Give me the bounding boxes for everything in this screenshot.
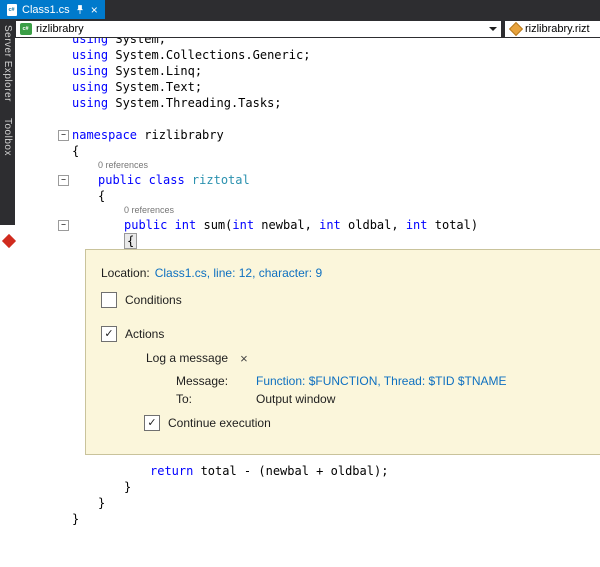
document-tab-bar: c# Class1.cs × [0,0,600,19]
fold-collapse-icon[interactable]: − [58,175,69,186]
side-tab-toolbox[interactable]: Toolbox [2,118,13,156]
project-dropdown[interactable]: c# rizlibrabry [16,21,501,37]
code-token: int [406,218,428,232]
tab-class1-cs[interactable]: c# Class1.cs × [0,0,105,19]
continue-execution-checkbox[interactable]: ✓ [144,415,160,431]
message-label: Message: [176,374,256,388]
pin-icon[interactable] [75,4,85,15]
code-line: −namespace rizlibrabry [0,127,600,143]
breakpoint-settings-panel: Location: Class1.cs, line: 12, character… [85,249,600,455]
continue-execution-label: Continue execution [168,416,271,430]
location-link[interactable]: Class1.cs, line: 12, character: 9 [155,266,322,280]
message-value[interactable]: Function: $FUNCTION, Thread: $TID $TNAME [256,374,507,388]
code-line [0,111,600,127]
code-line: return total - (newbal + oldbal); [0,463,600,479]
visual-studio-window: c# Class1.cs × c# rizlibrabry rizlibrabr… [0,0,600,567]
code-token: newbal, [254,218,319,232]
code-line: } [0,511,600,527]
tracepoint-diamond-icon[interactable] [2,234,16,248]
code-token: using [72,38,115,46]
to-value[interactable]: Output window [256,392,335,406]
code-token: sum( [203,218,232,232]
code-token: int [232,218,254,232]
codelens-link[interactable]: 0 references [124,205,174,215]
code-token: int [319,218,341,232]
to-label: To: [176,392,256,406]
remove-action-icon[interactable]: × [240,352,248,365]
class-icon [509,21,523,35]
code-line: using System.Text; [0,79,600,95]
project-dropdown-value: rizlibrabry [36,23,84,35]
code-token: } [72,512,79,526]
actions-checkbox[interactable]: ✓ [101,326,117,342]
code-line: } [0,479,600,495]
codelens-references: 0 references [0,204,600,217]
code-token: total - (newbal + oldbal); [201,464,389,478]
spacer [0,455,600,463]
code-token: System.Collections.Generic; [115,48,310,62]
log-action-title: Log a message [146,351,228,365]
codelens-link[interactable]: 0 references [98,160,148,170]
code-token: System; [115,38,166,46]
code-token: using [72,64,115,78]
code-token: namespace [72,128,144,142]
close-icon[interactable]: × [91,4,98,16]
side-tab-server-explorer[interactable]: Server Explorer [2,25,13,102]
brace-highlight: { [124,233,137,249]
code-line: −public int sum(int newbal, int oldbal, … [0,217,600,233]
code-line: using System.Collections.Generic; [0,47,600,63]
code-line: − public class riztotal [0,172,600,188]
code-editor[interactable]: using System;using System.Collections.Ge… [0,38,600,567]
conditions-label: Conditions [125,293,182,307]
dropdown-arrow-icon [489,27,497,31]
editor-navigation-bar: c# rizlibrabry rizlibrabry.rizt [15,19,600,38]
code-line: { [0,233,600,249]
code-token: using [72,48,115,62]
fold-collapse-icon[interactable]: − [58,220,69,231]
code-below-panel: return total - (newbal + oldbal);}}} [0,463,600,527]
type-dropdown[interactable]: rizlibrabry.rizt [505,21,600,37]
code-line: using System.Threading.Tasks; [0,95,600,111]
csharp-file-icon: c# [7,4,17,16]
tab-label: Class1.cs [22,4,70,16]
code-token: riztotal [192,173,250,187]
code-above-panel: using System;using System.Collections.Ge… [0,38,600,249]
code-token: { [72,144,79,158]
code-line: } [0,495,600,511]
code-token: System.Text; [115,80,202,94]
code-line: using System; [0,38,600,47]
code-line: using System.Linq; [0,63,600,79]
code-token: System.Threading.Tasks; [115,96,281,110]
code-token: public int [124,218,203,232]
csharp-project-icon: c# [20,23,32,35]
type-dropdown-value: rizlibrabry.rizt [525,23,590,35]
side-tool-tabs: Server Explorer Toolbox [0,19,15,225]
codelens-references: 0 references [0,159,600,172]
code-token: using [72,96,115,110]
fold-collapse-icon[interactable]: − [58,130,69,141]
code-token: } [124,480,131,494]
code-token: oldbal, [341,218,406,232]
location-label: Location: [101,266,150,280]
code-token: } [98,496,105,510]
code-token: using [72,80,115,94]
code-token: public class [98,173,192,187]
code-token: rizlibrabry [144,128,223,142]
code-token: return [150,464,201,478]
code-token: total) [428,218,479,232]
code-token: { [98,189,105,203]
actions-label: Actions [125,327,164,341]
conditions-checkbox[interactable] [101,292,117,308]
code-line: { [0,188,600,204]
code-token: System.Linq; [115,64,202,78]
code-line: { [0,143,600,159]
